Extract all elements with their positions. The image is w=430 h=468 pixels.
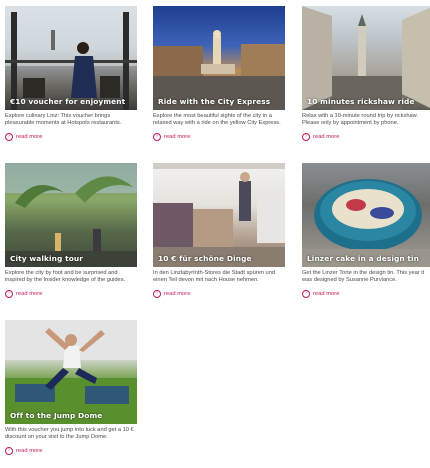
chevron-right-circle-icon: › [302,132,310,141]
read-more-link[interactable]: › read more [5,132,137,141]
card-description: Relax with a 10-minute round trip by ric… [302,113,419,127]
card-description: Explore the most beautiful sights of the… [153,113,281,127]
voucher-card-rickshaw[interactable]: 10 minutes rickshaw ride Relax with a 10… [302,6,430,141]
card-description: In den LinzlabyrInth-Stores die Stadt sp… [153,270,276,284]
trampoline-photo [5,320,137,424]
voucher-card-city-express[interactable]: Ride with the City Express Explore the m… [153,6,285,141]
palm-garden-photo [5,163,137,267]
city-square-photo [153,30,285,110]
card-image[interactable]: 10 minutes rickshaw ride [302,6,430,110]
read-more-label: read more [313,133,340,140]
card-image[interactable]: 10 € für schöne Dinge [153,163,285,267]
read-more-label: read more [16,133,43,140]
chevron-right-circle-icon: › [153,289,161,298]
read-more-label: read more [313,290,340,297]
chevron-right-circle-icon: › [5,289,13,298]
voucher-card-linzer-cake[interactable]: Linzer cake in a design tin Get the Linz… [302,163,430,298]
card-title: Linzer cake in a design tin [307,254,420,263]
restaurant-photo [5,6,137,110]
card-title: 10 minutes rickshaw ride [307,97,415,106]
street-photo [302,6,430,110]
card-image[interactable]: €10 voucher for enjoyment [5,6,137,110]
card-description: With this voucher you jump into luck and… [5,427,134,441]
card-description: Explore culinary Linz: This voucher brin… [5,113,122,127]
card-image[interactable]: Linzer cake in a design tin [302,163,430,267]
chevron-right-circle-icon: › [153,132,161,141]
read-more-link[interactable]: › read more [5,446,137,455]
read-more-label: read more [164,290,191,297]
card-image[interactable]: City walking tour [5,163,137,267]
voucher-card-enjoyment[interactable]: €10 voucher for enjoyment Explore culina… [5,6,137,141]
read-more-label: read more [16,290,43,297]
read-more-link[interactable]: › read more [5,289,137,298]
card-title: City walking tour [10,254,84,263]
chevron-right-circle-icon: › [302,289,310,298]
card-image[interactable]: Off to the Jump Dome [5,320,137,424]
voucher-card-jump-dome[interactable]: Off to the Jump Dome With this voucher y… [5,320,137,455]
read-more-link[interactable]: › read more [302,289,430,298]
cake-tin-photo [302,179,430,267]
card-description: Get the Linzer Torte in the design tin. … [302,270,425,284]
chevron-right-circle-icon: › [5,132,13,141]
card-title: Off to the Jump Dome [10,411,103,420]
read-more-label: read more [16,447,43,454]
store-photo [153,163,285,267]
card-title: Ride with the City Express [158,97,271,106]
read-more-label: read more [164,133,191,140]
card-image[interactable]: Ride with the City Express [153,6,285,110]
chevron-right-circle-icon: › [5,446,13,455]
read-more-link[interactable]: › read more [302,132,430,141]
read-more-link[interactable]: › read more [153,289,285,298]
voucher-card-walking-tour[interactable]: City walking tour Explore the city by fo… [5,163,137,298]
read-more-link[interactable]: › read more [153,132,285,141]
card-title: 10 € für schöne Dinge [158,254,252,263]
card-description: Explore the city by foot and be surprise… [5,270,126,284]
card-title: €10 voucher for enjoyment [10,97,126,106]
voucher-card-schoene-dinge[interactable]: 10 € für schöne Dinge In den LinzlabyrIn… [153,163,285,298]
